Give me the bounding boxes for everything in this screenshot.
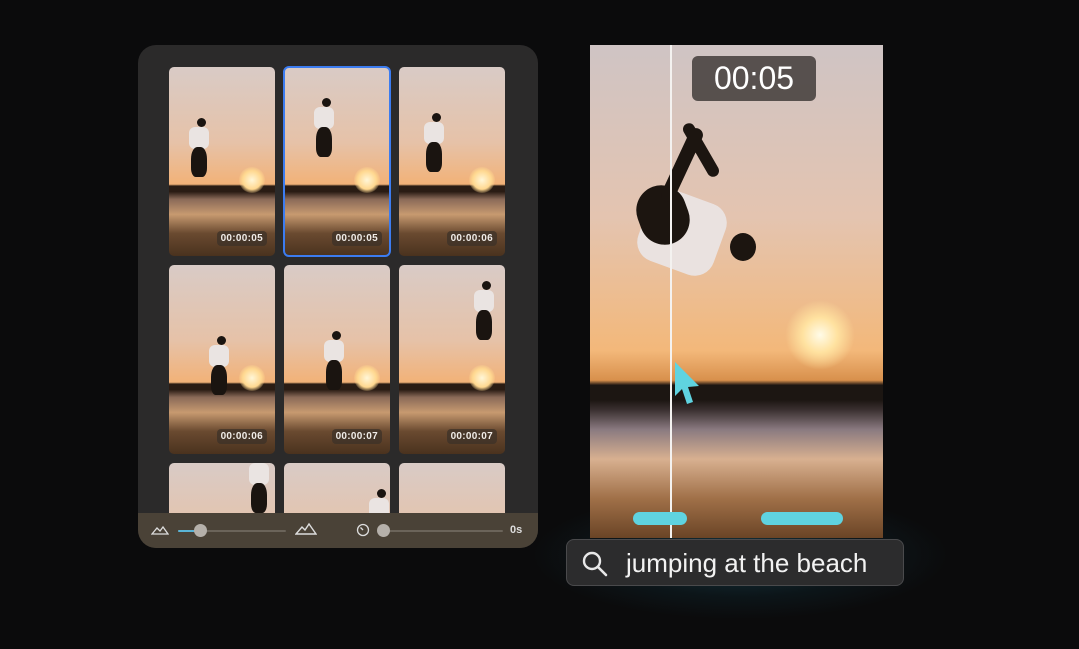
sun [354,167,380,193]
thumbnail-timestamp: 00:00:06 [446,231,497,246]
video-thumbnail[interactable]: 00:00:05 [283,66,391,257]
match-marker[interactable] [633,512,687,525]
sun [469,167,495,193]
jumper-legs [476,310,492,340]
jumper-silhouette [314,107,334,129]
mountains-small-icon[interactable] [151,524,169,536]
sun [239,167,265,193]
search-query[interactable]: jumping at the beach [626,548,867,579]
jumper-silhouette [209,345,229,367]
video-preview[interactable]: 00:05 [590,45,883,538]
jumper-silhouette [424,122,444,144]
jumper-legs [191,147,207,177]
sun [354,365,380,391]
jumper-legs [251,483,267,513]
thumbnail-size-slider-handle[interactable] [194,524,207,537]
sun [785,300,855,370]
duration-slider[interactable] [382,530,503,532]
jumper-head [482,281,491,290]
cursor-pointer-icon [675,362,699,404]
jumper-head [197,118,206,127]
duration-slider-handle[interactable] [377,524,390,537]
jumper-legs [211,365,227,395]
mountains-large-icon[interactable] [295,522,317,536]
sun [239,365,265,391]
search-icon [582,551,608,577]
jumper-head [432,113,441,122]
jumper-legs [316,127,332,157]
thumbnail-timestamp: 00:00:05 [216,231,267,246]
search-field[interactable]: jumping at the beach [566,539,904,586]
video-thumbnail[interactable]: 00:00:07 [284,265,390,454]
jumper-silhouette [189,127,209,149]
jumper-head [332,331,341,340]
thumbnail-timestamp: 00:00:07 [446,429,497,444]
thumbnail-timestamp: 00:00:05 [331,231,382,246]
jumper-head [377,489,386,498]
thumbnail-timestamp: 00:00:06 [216,429,267,444]
gallery-controls-bar: 0s [138,513,538,548]
playhead-line[interactable] [670,45,672,538]
jumper-silhouette [249,463,269,485]
timer-icon[interactable] [356,523,370,537]
video-thumbnail[interactable]: 00:00:06 [399,67,505,256]
jumper-head [322,98,331,107]
thumbnail-gallery-panel: 00:00:05 00:00:05 00:00:06 00:00:06 00:00:07… [138,45,538,548]
video-thumbnail[interactable]: 00:00:06 [169,265,275,454]
jumper-legs [426,142,442,172]
timestamp-pill: 00:05 [692,56,816,101]
jumper-legs [326,360,342,390]
match-marker[interactable] [761,512,843,525]
video-thumbnail[interactable]: 00:00:05 [169,67,275,256]
sun [469,365,495,391]
current-timestamp: 00:05 [713,60,795,96]
video-thumbnail[interactable]: 00:00:07 [399,265,505,454]
thumbnail-timestamp: 00:00:07 [331,429,382,444]
jumper-silhouette [324,340,344,362]
jumper-head [217,336,226,345]
duration-label: 0s [510,524,523,536]
jumper-silhouette [474,290,494,312]
